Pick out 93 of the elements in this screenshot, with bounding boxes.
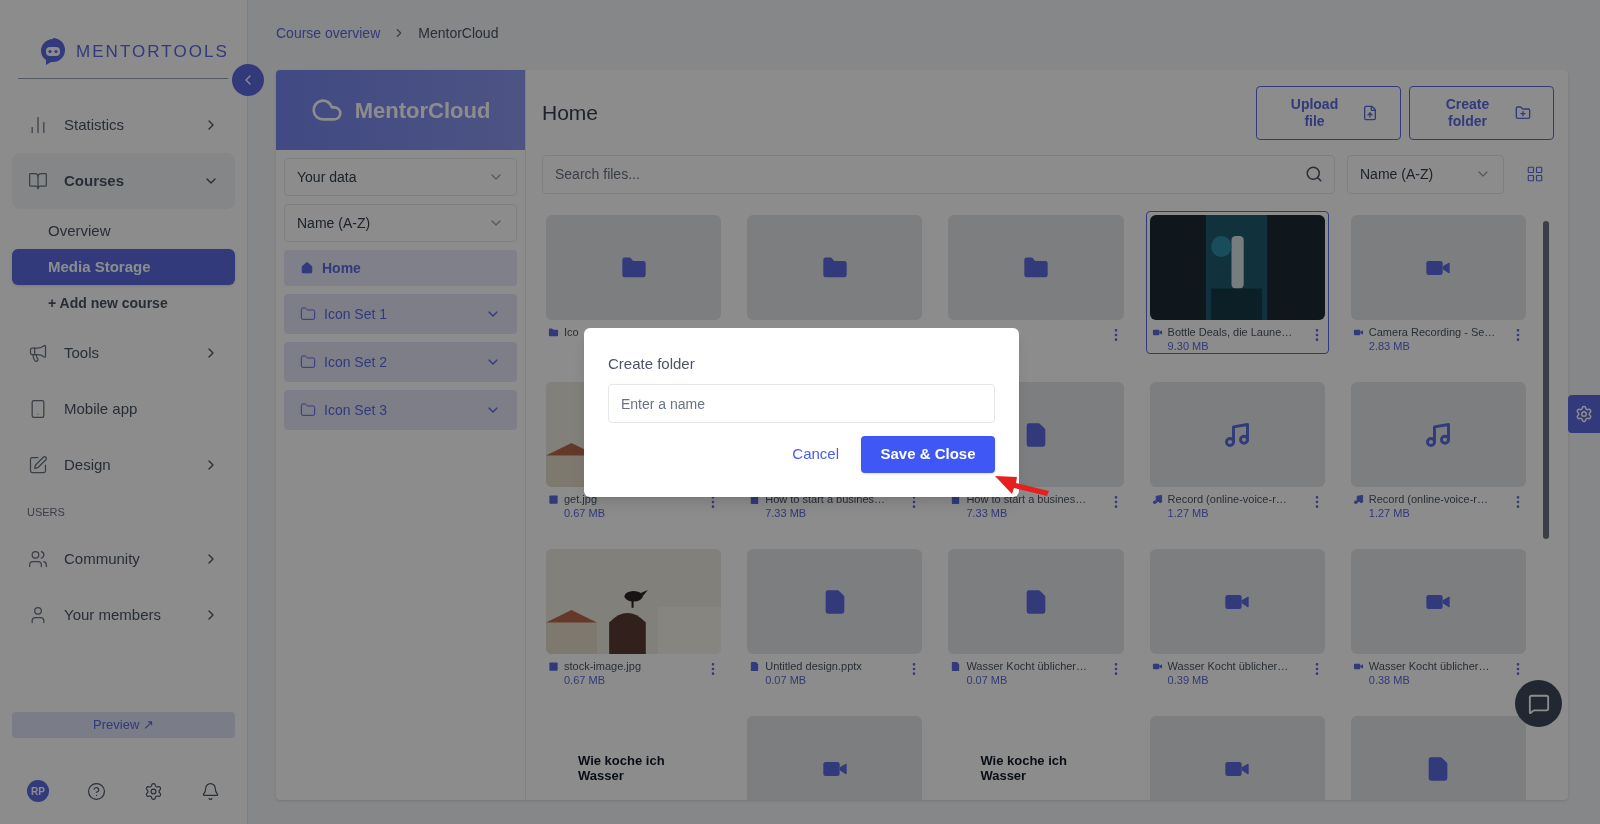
file-size: 7.33 MB <box>966 506 1009 520</box>
file-name: Wasser Kocht üblicher… <box>966 659 1089 673</box>
video-icon <box>1352 327 1364 338</box>
file-size: 1.27 MB <box>1167 506 1210 520</box>
bell-icon[interactable] <box>201 781 220 801</box>
nav-item[interactable]: Community <box>12 531 235 587</box>
video-icon <box>1352 661 1364 672</box>
page-title: Home <box>542 100 600 127</box>
nav-icon <box>28 171 48 191</box>
scrollbar-thumb[interactable] <box>1543 221 1549 539</box>
nav-icon <box>28 455 48 475</box>
cancel-button[interactable]: Cancel <box>788 436 843 473</box>
nav-icon <box>28 549 48 569</box>
filter-select[interactable]: Name (A-Z) <box>284 204 517 242</box>
file-size: 0.67 MB <box>564 506 606 520</box>
upload-file-button[interactable]: Upload file <box>1256 86 1401 140</box>
folder-icon <box>548 327 559 338</box>
audio-icon <box>1223 420 1252 449</box>
nav-item[interactable]: Your members <box>12 587 235 643</box>
folder-tree-item[interactable]: Home <box>284 250 517 286</box>
breadcrumb-current: MentorCloud <box>418 23 499 43</box>
nav-subitem[interactable]: Overview <box>12 213 235 249</box>
chat-icon <box>1527 692 1550 715</box>
file-size: 9.30 MB <box>1167 339 1210 353</box>
file-name: Record (online-voice-r… <box>1167 492 1288 506</box>
thumbnail-text: Wie koche ich Wasser <box>980 754 1068 783</box>
file-size: 0.67 MB <box>564 673 606 687</box>
grid-view-icon[interactable] <box>1526 165 1544 183</box>
preview-button[interactable]: Preview ↗ <box>12 712 235 738</box>
nav-item[interactable]: Statistics <box>12 97 235 153</box>
file-size: 0.07 MB <box>966 673 1009 687</box>
folder-tree-item[interactable]: Icon Set 1 <box>284 294 517 334</box>
document-icon <box>950 661 962 672</box>
file-name: Ico <box>564 325 580 339</box>
file-name: Wasser Kocht üblicher… <box>1167 659 1290 673</box>
nav-item[interactable]: Design <box>12 437 235 493</box>
nav-item[interactable]: Tools <box>12 325 235 381</box>
audio-icon <box>1151 494 1163 505</box>
settings-icon[interactable] <box>144 781 163 801</box>
user-avatar[interactable]: RP <box>27 780 49 802</box>
file-size: 7.33 MB <box>765 506 808 520</box>
file-name: Camera Recording - Se… <box>1368 325 1497 339</box>
folder-plus-icon <box>1514 105 1531 121</box>
file-size: 0.07 MB <box>765 673 808 687</box>
nav-icon <box>28 343 48 363</box>
file-name: Untitled design.pptx <box>765 659 863 673</box>
document-icon <box>749 661 761 672</box>
file-size: 0.38 MB <box>1368 673 1411 687</box>
file-size: 2.83 MB <box>1368 339 1411 353</box>
audio-icon <box>1424 420 1453 449</box>
create-folder-button[interactable]: Create folder <box>1409 86 1554 140</box>
settings-icon <box>1575 405 1593 423</box>
home-icon <box>300 261 314 275</box>
video-icon <box>1151 661 1163 672</box>
folder-icon <box>300 354 316 370</box>
filter-select[interactable]: Your data <box>284 158 517 196</box>
folder-tree-item[interactable]: Icon Set 3 <box>284 390 517 430</box>
cloud-header: MentorCloud <box>276 70 525 150</box>
search-field[interactable]: Search files... <box>542 154 1335 194</box>
file-name: Wasser Kocht üblicher… <box>1368 659 1491 673</box>
file-size: 1.27 MB <box>1368 506 1411 520</box>
robot-logo-icon <box>38 37 68 67</box>
add-course-link[interactable]: + Add new course <box>12 285 235 321</box>
image-icon <box>548 494 559 505</box>
folder-name-input[interactable]: Enter a name <box>608 384 995 423</box>
nav-subitem[interactable]: Media Storage <box>12 249 235 285</box>
settings-tab[interactable] <box>1568 395 1600 433</box>
pointer-arrow <box>994 474 1050 496</box>
dialog-title: Create folder <box>608 356 696 372</box>
audio-icon <box>1352 494 1364 505</box>
image-icon <box>548 661 559 672</box>
file-name: Record (online-voice-r… <box>1368 492 1489 506</box>
save-close-button[interactable]: Save & Close <box>861 436 995 473</box>
nav-item[interactable]: Courses <box>12 153 235 209</box>
search-icon[interactable] <box>1305 164 1323 183</box>
folder-icon <box>300 306 316 322</box>
section-label: USERS <box>27 504 65 520</box>
file-plus-icon <box>1361 105 1378 121</box>
collapse-button[interactable] <box>232 64 264 96</box>
video-icon <box>1151 327 1163 338</box>
folder-tree-item[interactable]: Icon Set 2 <box>284 342 517 382</box>
file-size: 0.39 MB <box>1167 673 1210 687</box>
help-icon[interactable] <box>87 781 106 801</box>
file-name: stock-image.jpg <box>564 659 643 673</box>
sort-select[interactable]: Name (A-Z) <box>1347 154 1504 194</box>
nav-item[interactable]: Mobile app <box>12 381 235 437</box>
breadcrumb-link[interactable]: Course overview <box>276 22 381 44</box>
file-tile[interactable]: Bottle Deals, die Laune… 9.30 MB <box>1145 211 1329 354</box>
folder-icon <box>300 402 316 418</box>
file-name: Bottle Deals, die Laune… <box>1167 325 1294 339</box>
file-name: get.jpg <box>564 492 599 506</box>
brand-name: MENTORTOOLS <box>76 41 229 64</box>
thumbnail-text: Wie koche ich Wasser <box>578 754 666 783</box>
